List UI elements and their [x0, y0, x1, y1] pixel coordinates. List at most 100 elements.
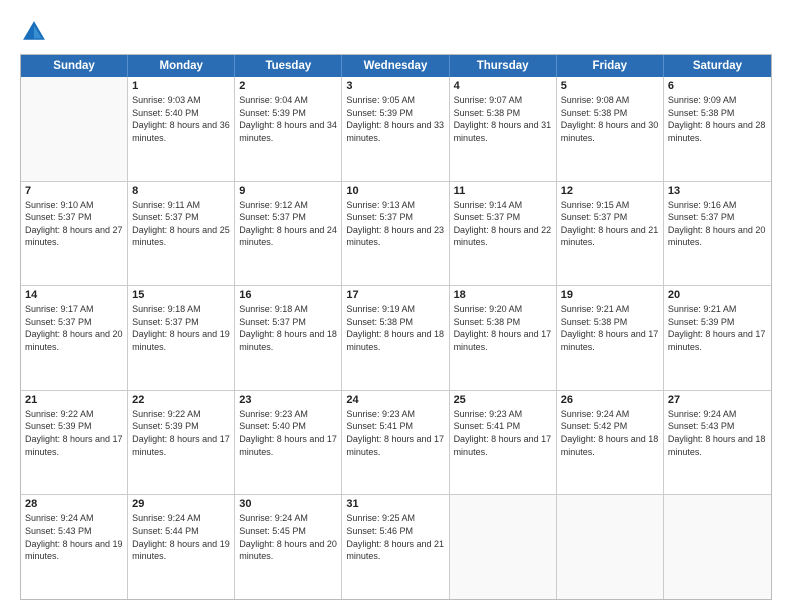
calendar-day-header: Tuesday	[235, 55, 342, 77]
day-info: Sunrise: 9:24 AMSunset: 5:44 PMDaylight:…	[132, 512, 230, 562]
calendar-day-header: Sunday	[21, 55, 128, 77]
calendar-cell: 13 Sunrise: 9:16 AMSunset: 5:37 PMDayligh…	[664, 182, 771, 286]
calendar-cell: 26 Sunrise: 9:24 AMSunset: 5:42 PMDayligh…	[557, 391, 664, 495]
header	[20, 18, 772, 46]
day-number: 31	[346, 498, 444, 510]
calendar-cell: 14Sunrise: 9:17 AMSunset: 5:37 PMDayligh…	[21, 286, 128, 390]
calendar-cell: 5 Sunrise: 9:08 AMSunset: 5:38 PMDaylight…	[557, 77, 664, 181]
day-number: 22	[132, 394, 230, 406]
day-number: 5	[561, 80, 659, 92]
day-number: 4	[454, 80, 552, 92]
day-number: 10	[346, 185, 444, 197]
day-info: Sunrise: 9:17 AMSunset: 5:37 PMDaylight:…	[25, 303, 123, 353]
calendar-week: 7 Sunrise: 9:10 AMSunset: 5:37 PMDaylight…	[21, 181, 771, 286]
calendar-week: 28Sunrise: 9:24 AMSunset: 5:43 PMDayligh…	[21, 494, 771, 599]
day-info: Sunrise: 9:16 AMSunset: 5:37 PMDaylight:…	[668, 199, 767, 249]
logo	[20, 18, 52, 46]
day-number: 21	[25, 394, 123, 406]
calendar-cell: 3 Sunrise: 9:05 AMSunset: 5:39 PMDaylight…	[342, 77, 449, 181]
day-info: Sunrise: 9:24 AMSunset: 5:43 PMDaylight:…	[668, 408, 767, 458]
day-number: 3	[346, 80, 444, 92]
calendar-day-header: Monday	[128, 55, 235, 77]
calendar-cell: 19 Sunrise: 9:21 AMSunset: 5:38 PMDayligh…	[557, 286, 664, 390]
day-number: 12	[561, 185, 659, 197]
calendar-week: 21 Sunrise: 9:22 AMSunset: 5:39 PMDayligh…	[21, 390, 771, 495]
day-number: 25	[454, 394, 552, 406]
day-info: Sunrise: 9:12 AMSunset: 5:37 PMDaylight:…	[239, 199, 337, 249]
day-number: 15	[132, 289, 230, 301]
day-info: Sunrise: 9:24 AMSunset: 5:42 PMDaylight:…	[561, 408, 659, 458]
calendar-cell: 24 Sunrise: 9:23 AMSunset: 5:41 PMDayligh…	[342, 391, 449, 495]
calendar-cell: 18 Sunrise: 9:20 AMSunset: 5:38 PMDayligh…	[450, 286, 557, 390]
calendar-cell: 20 Sunrise: 9:21 AMSunset: 5:39 PMDayligh…	[664, 286, 771, 390]
calendar-cell: 30Sunrise: 9:24 AMSunset: 5:45 PMDayligh…	[235, 495, 342, 599]
calendar-cell: 8 Sunrise: 9:11 AMSunset: 5:37 PMDaylight…	[128, 182, 235, 286]
calendar-cell	[664, 495, 771, 599]
day-info: Sunrise: 9:03 AMSunset: 5:40 PMDaylight:…	[132, 94, 230, 144]
calendar-cell: 15Sunrise: 9:18 AMSunset: 5:37 PMDayligh…	[128, 286, 235, 390]
day-info: Sunrise: 9:07 AMSunset: 5:38 PMDaylight:…	[454, 94, 552, 144]
day-info: Sunrise: 9:21 AMSunset: 5:39 PMDaylight:…	[668, 303, 767, 353]
logo-icon	[20, 18, 48, 46]
day-info: Sunrise: 9:21 AMSunset: 5:38 PMDaylight:…	[561, 303, 659, 353]
day-info: Sunrise: 9:18 AMSunset: 5:37 PMDaylight:…	[239, 303, 337, 353]
calendar-cell: 4 Sunrise: 9:07 AMSunset: 5:38 PMDaylight…	[450, 77, 557, 181]
day-info: Sunrise: 9:11 AMSunset: 5:37 PMDaylight:…	[132, 199, 230, 249]
day-number: 26	[561, 394, 659, 406]
day-number: 6	[668, 80, 767, 92]
calendar-cell: 9 Sunrise: 9:12 AMSunset: 5:37 PMDaylight…	[235, 182, 342, 286]
day-info: Sunrise: 9:15 AMSunset: 5:37 PMDaylight:…	[561, 199, 659, 249]
day-number: 1	[132, 80, 230, 92]
calendar-day-header: Wednesday	[342, 55, 449, 77]
day-info: Sunrise: 9:23 AMSunset: 5:41 PMDaylight:…	[346, 408, 444, 458]
day-info: Sunrise: 9:19 AMSunset: 5:38 PMDaylight:…	[346, 303, 444, 353]
day-info: Sunrise: 9:24 AMSunset: 5:45 PMDaylight:…	[239, 512, 337, 562]
calendar: SundayMondayTuesdayWednesdayThursdayFrid…	[20, 54, 772, 600]
day-number: 28	[25, 498, 123, 510]
calendar-cell	[21, 77, 128, 181]
calendar-cell	[557, 495, 664, 599]
calendar-day-header: Thursday	[450, 55, 557, 77]
day-number: 7	[25, 185, 123, 197]
day-info: Sunrise: 9:10 AMSunset: 5:37 PMDaylight:…	[25, 199, 123, 249]
day-number: 13	[668, 185, 767, 197]
calendar-cell: 21 Sunrise: 9:22 AMSunset: 5:39 PMDayligh…	[21, 391, 128, 495]
day-number: 19	[561, 289, 659, 301]
calendar-cell: 17 Sunrise: 9:19 AMSunset: 5:38 PMDayligh…	[342, 286, 449, 390]
calendar-day-header: Saturday	[664, 55, 771, 77]
calendar-cell: 22Sunrise: 9:22 AMSunset: 5:39 PMDayligh…	[128, 391, 235, 495]
day-info: Sunrise: 9:22 AMSunset: 5:39 PMDaylight:…	[25, 408, 123, 458]
calendar-cell: 12 Sunrise: 9:15 AMSunset: 5:37 PMDayligh…	[557, 182, 664, 286]
day-number: 29	[132, 498, 230, 510]
calendar-week: 1 Sunrise: 9:03 AMSunset: 5:40 PMDaylight…	[21, 77, 771, 181]
day-info: Sunrise: 9:05 AMSunset: 5:39 PMDaylight:…	[346, 94, 444, 144]
day-number: 23	[239, 394, 337, 406]
calendar-body: 1 Sunrise: 9:03 AMSunset: 5:40 PMDaylight…	[21, 77, 771, 599]
calendar-cell: 7 Sunrise: 9:10 AMSunset: 5:37 PMDaylight…	[21, 182, 128, 286]
day-number: 20	[668, 289, 767, 301]
day-number: 24	[346, 394, 444, 406]
calendar-cell: 25 Sunrise: 9:23 AMSunset: 5:41 PMDayligh…	[450, 391, 557, 495]
day-info: Sunrise: 9:09 AMSunset: 5:38 PMDaylight:…	[668, 94, 767, 144]
calendar-cell: 11Sunrise: 9:14 AMSunset: 5:37 PMDayligh…	[450, 182, 557, 286]
day-number: 17	[346, 289, 444, 301]
day-info: Sunrise: 9:23 AMSunset: 5:41 PMDaylight:…	[454, 408, 552, 458]
day-info: Sunrise: 9:13 AMSunset: 5:37 PMDaylight:…	[346, 199, 444, 249]
calendar-week: 14Sunrise: 9:17 AMSunset: 5:37 PMDayligh…	[21, 285, 771, 390]
day-info: Sunrise: 9:08 AMSunset: 5:38 PMDaylight:…	[561, 94, 659, 144]
calendar-cell: 6 Sunrise: 9:09 AMSunset: 5:38 PMDaylight…	[664, 77, 771, 181]
day-info: Sunrise: 9:04 AMSunset: 5:39 PMDaylight:…	[239, 94, 337, 144]
day-info: Sunrise: 9:20 AMSunset: 5:38 PMDaylight:…	[454, 303, 552, 353]
day-number: 11	[454, 185, 552, 197]
day-number: 27	[668, 394, 767, 406]
day-number: 2	[239, 80, 337, 92]
calendar-cell: 2 Sunrise: 9:04 AMSunset: 5:39 PMDaylight…	[235, 77, 342, 181]
calendar-day-header: Friday	[557, 55, 664, 77]
day-number: 8	[132, 185, 230, 197]
calendar-cell: 10 Sunrise: 9:13 AMSunset: 5:37 PMDayligh…	[342, 182, 449, 286]
calendar-header: SundayMondayTuesdayWednesdayThursdayFrid…	[21, 55, 771, 77]
calendar-cell: 31Sunrise: 9:25 AMSunset: 5:46 PMDayligh…	[342, 495, 449, 599]
day-number: 18	[454, 289, 552, 301]
day-info: Sunrise: 9:23 AMSunset: 5:40 PMDaylight:…	[239, 408, 337, 458]
day-number: 9	[239, 185, 337, 197]
